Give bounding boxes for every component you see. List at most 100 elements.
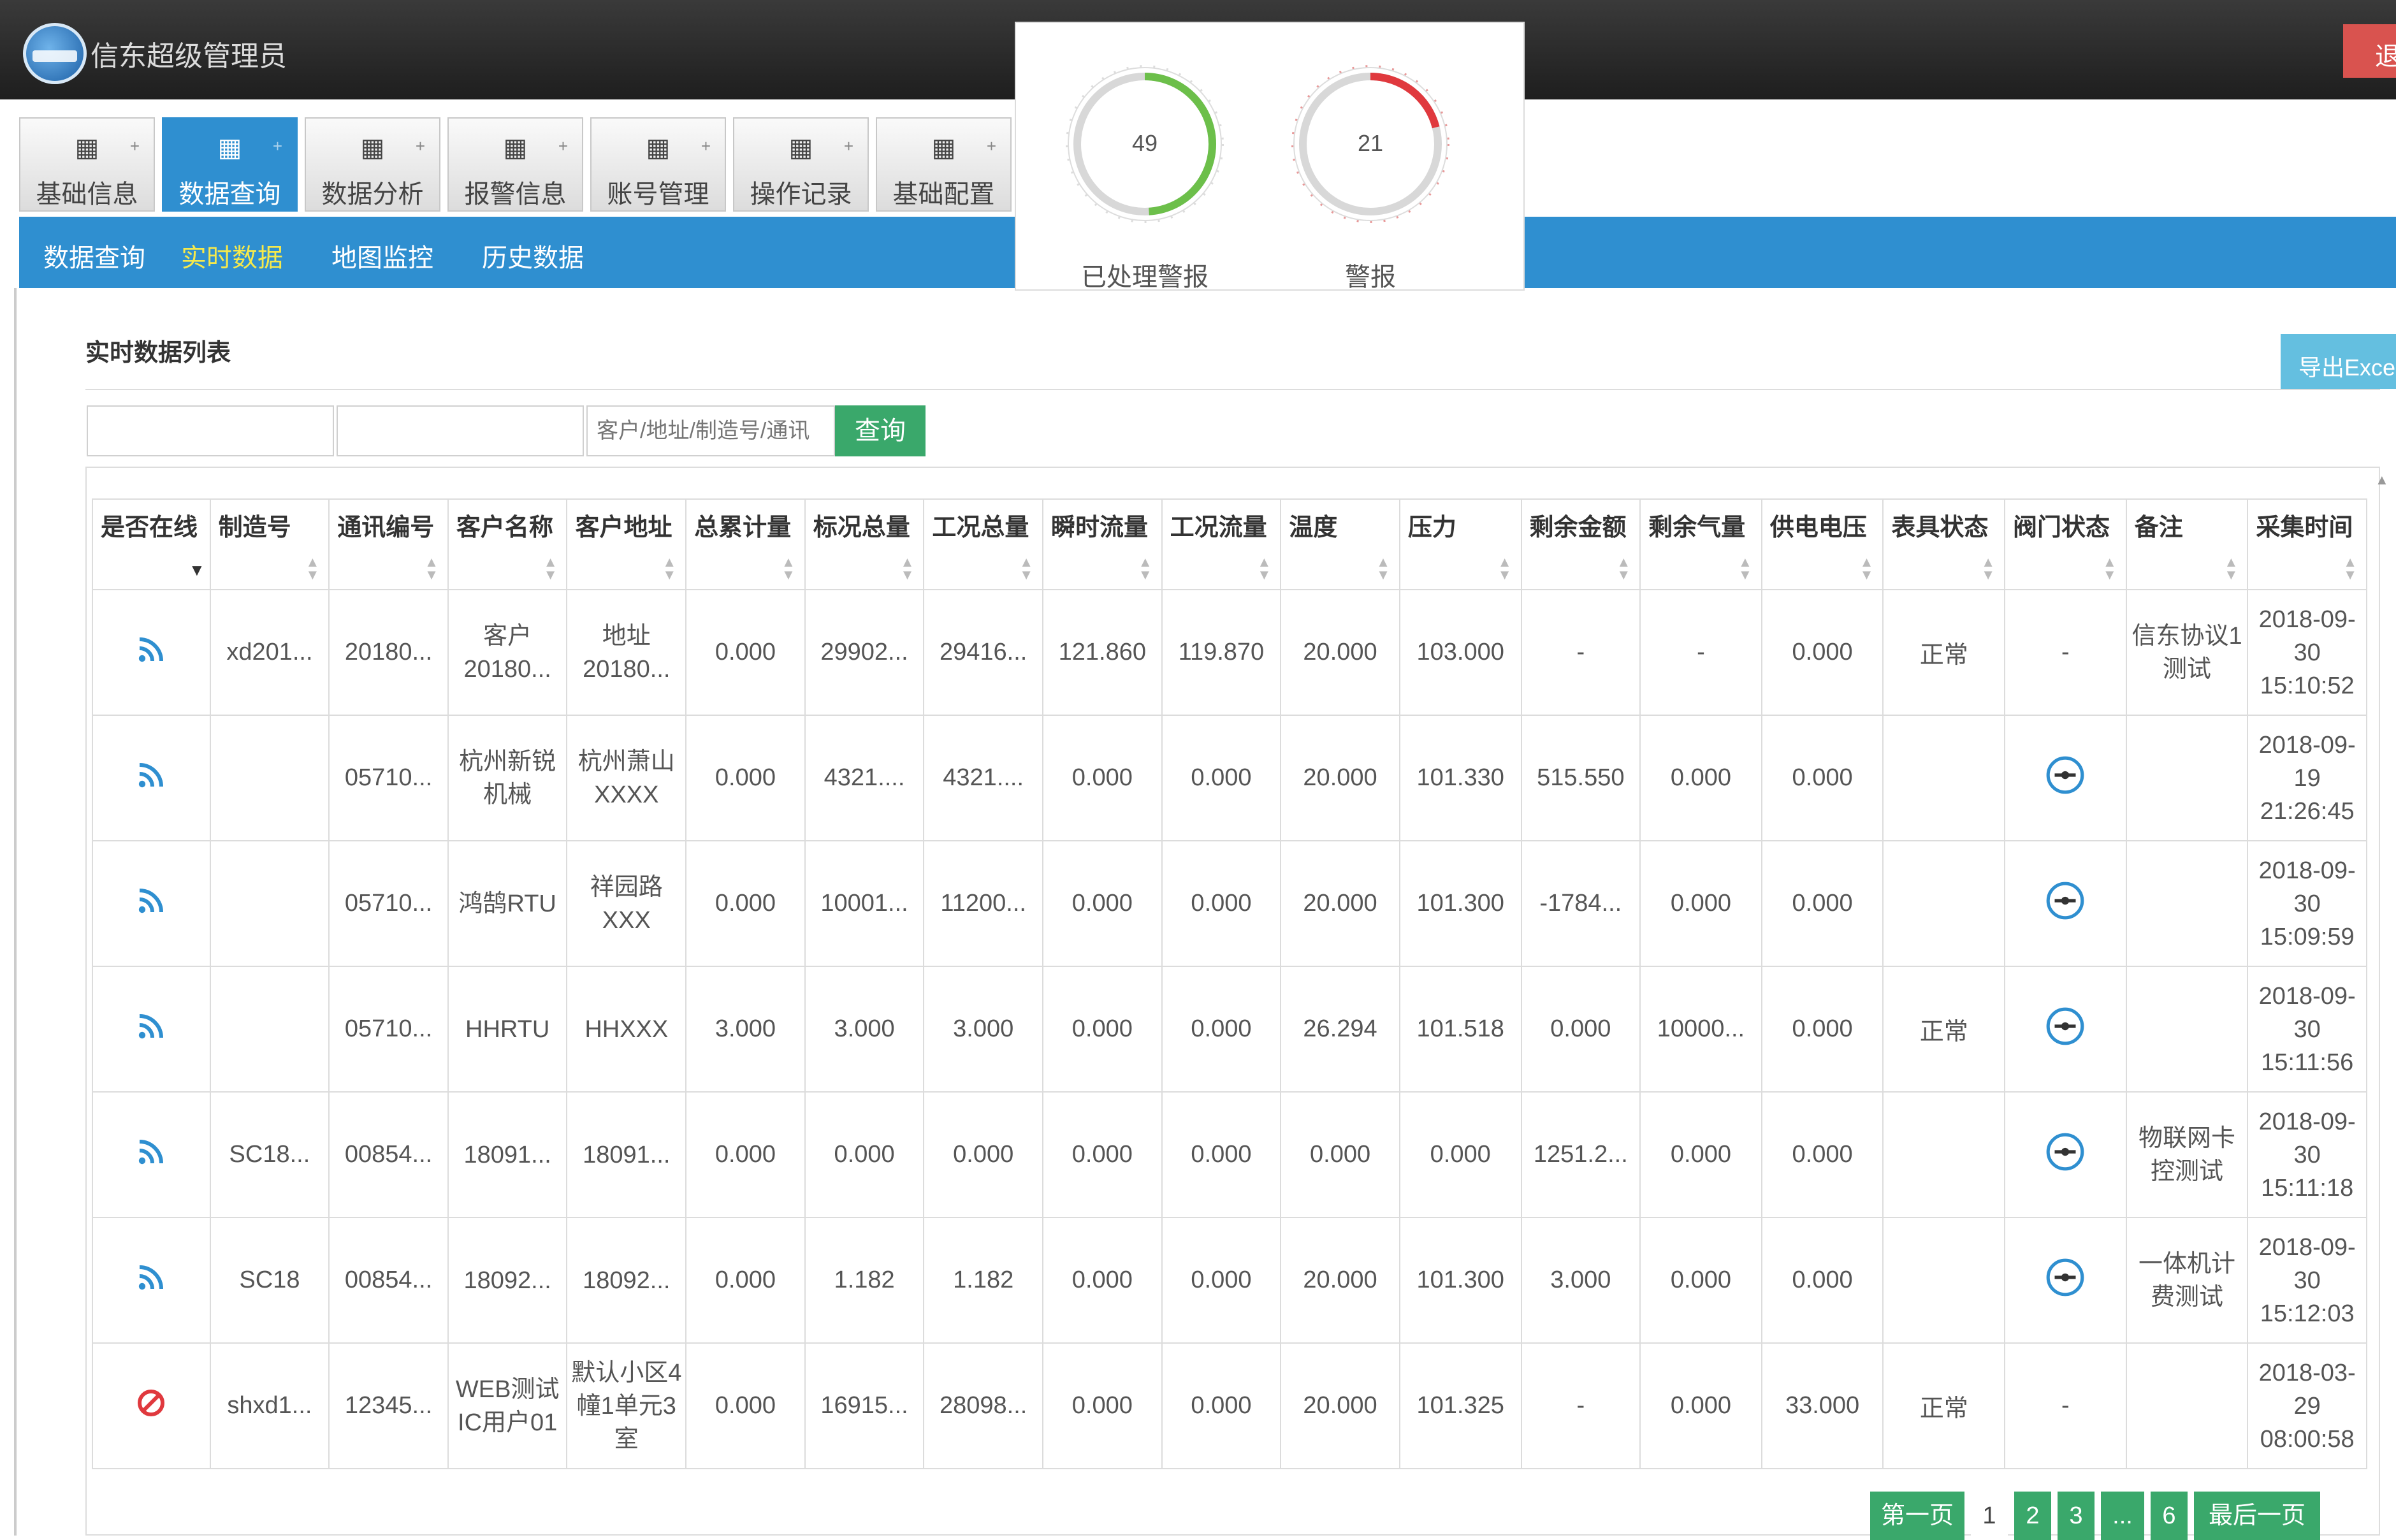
query-button[interactable]: 查询	[835, 405, 926, 456]
column-header[interactable]: 阀门状态 ▲ ▼	[2004, 498, 2127, 590]
table-row[interactable]: shxd1... 12345... WEB测试IC用户01 默认小区4幢1单元3室 0.…	[92, 1342, 2367, 1469]
table-row[interactable]: SC18... 00854... 18091... 18091... 0.000 0.00…	[92, 1091, 2367, 1218]
table-row[interactable]: xd201... 20180... 客户 20180... 地址 20180... 0.…	[92, 589, 2367, 716]
tab-alarm-info[interactable]: ▦ + 报警信息	[447, 117, 583, 212]
sort-icon[interactable]: ▲ ▼	[544, 555, 558, 582]
column-header[interactable]: 客户地址 ▲ ▼	[566, 498, 687, 590]
table-cell: 一体机计费测试	[2125, 1217, 2249, 1344]
table-cell: 103.000	[1398, 589, 1522, 716]
column-header[interactable]: 备注 ▲ ▼	[2125, 498, 2249, 590]
column-header[interactable]: 剩余气量 ▲ ▼	[1639, 498, 1762, 590]
column-header[interactable]: 剩余金额 ▲ ▼	[1520, 498, 1641, 590]
table-cell: 00854...	[328, 1217, 449, 1344]
tab-basic-info[interactable]: ▦ + 基础信息	[19, 117, 155, 212]
scroll-up-arrow-icon[interactable]: ▲	[2375, 472, 2389, 488]
valve-icon[interactable]	[2044, 880, 2086, 922]
tab-account-management[interactable]: ▦ + 账号管理	[590, 117, 726, 212]
sort-icon[interactable]: ▲ ▼	[1738, 555, 1752, 582]
table-cell: 18092...	[566, 1217, 687, 1344]
cell-text: shxd1...	[227, 1392, 312, 1419]
sort-icon[interactable]: ▲ ▼	[2225, 555, 2239, 582]
cell-text: 18091...	[583, 1141, 671, 1168]
column-header[interactable]: 是否在线 ▼	[92, 498, 211, 590]
column-header-label: 客户名称	[456, 514, 553, 541]
column-header[interactable]: 制造号 ▲ ▼	[209, 498, 330, 590]
valve-icon[interactable]	[2044, 1005, 2086, 1047]
column-header[interactable]: 表具状态 ▲ ▼	[1882, 498, 2006, 590]
logout-button[interactable]: 退	[2343, 24, 2396, 78]
subtab-map-monitor[interactable]: 地图监控	[331, 237, 433, 274]
sort-icon[interactable]: ▲ ▼	[901, 555, 915, 582]
cell-text: 101.325	[1416, 1392, 1504, 1419]
sort-icon[interactable]: ▲ ▼	[662, 555, 676, 582]
export-excel-button[interactable]: 导出Excel	[2281, 334, 2396, 389]
subtab-realtime-data[interactable]: 实时数据	[181, 237, 283, 274]
column-header[interactable]: 标况总量 ▲ ▼	[804, 498, 925, 590]
tab-operation-log[interactable]: ▦ + 操作记录	[733, 117, 869, 212]
column-header[interactable]: 温度 ▲ ▼	[1280, 498, 1400, 590]
table-cell: -	[1520, 589, 1641, 716]
column-header[interactable]: 压力 ▲ ▼	[1398, 498, 1522, 590]
tab-data-analysis[interactable]: ▦ + 数据分析	[305, 117, 440, 212]
sort-icon[interactable]: ▲ ▼	[1498, 555, 1512, 582]
search-field-2[interactable]	[337, 405, 584, 456]
sort-icon[interactable]: ▲ ▼	[2343, 555, 2357, 582]
page-button[interactable]: 2	[2014, 1492, 2051, 1540]
cell-text: 0.000	[1191, 1015, 1252, 1042]
subtab-history-data[interactable]: 历史数据	[482, 237, 584, 274]
sort-icon[interactable]: ▲ ▼	[1860, 555, 1874, 582]
cell-text: -	[1576, 639, 1585, 665]
cell-text: 3.000	[834, 1015, 895, 1042]
table-cell: 正常	[1882, 966, 2006, 1093]
sort-icon[interactable]: ▲ ▼	[1376, 555, 1390, 582]
sort-icon[interactable]: ▲ ▼	[305, 555, 319, 582]
search-field-1[interactable]	[87, 405, 334, 456]
sort-icon[interactable]: ▲ ▼	[2103, 555, 2117, 582]
valve-icon[interactable]	[2044, 754, 2086, 796]
sort-icon[interactable]: ▲ ▼	[1138, 555, 1152, 582]
column-header[interactable]: 通讯编号 ▲ ▼	[328, 498, 449, 590]
column-header[interactable]: 工况流量 ▲ ▼	[1161, 498, 1282, 590]
valve-icon[interactable]	[2044, 1131, 2086, 1173]
sort-icon[interactable]: ▲ ▼	[1019, 555, 1033, 582]
sort-icon[interactable]: ▲ ▼	[425, 555, 439, 582]
sort-icon[interactable]: ▲ ▼	[1981, 555, 1995, 582]
cell-text: 正常	[1919, 1395, 1968, 1422]
column-header[interactable]: 工况总量 ▲ ▼	[923, 498, 1043, 590]
valve-status-cell	[2004, 1217, 2127, 1344]
subtab-data-query[interactable]: 数据查询	[43, 237, 145, 274]
column-header[interactable]: 总累计量 ▲ ▼	[685, 498, 806, 590]
table-row[interactable]: 05710... 杭州新锐机械 杭州萧山XXXX 0.000 4321.... 4321.…	[92, 715, 2367, 841]
table-row[interactable]: 05710... 鸿鹄RTU 祥园路XXX 0.000 10001... 11200...…	[92, 840, 2367, 967]
column-header[interactable]: 供电电压 ▲ ▼	[1761, 498, 1884, 590]
table-cell: 3.000	[804, 966, 925, 1093]
sort-icon[interactable]: ▲ ▼	[781, 555, 795, 582]
sort-icon[interactable]: ▲ ▼	[1257, 555, 1271, 582]
first-page-button[interactable]: 第一页	[1870, 1492, 1964, 1540]
tab-data-query[interactable]: ▦ + 数据查询	[162, 117, 298, 212]
cell-text: 3.000	[715, 1015, 776, 1042]
sort-icon[interactable]: ▲ ▼	[1616, 555, 1630, 582]
last-page-button[interactable]: 最后一页	[2194, 1492, 2320, 1540]
table-row[interactable]: 05710... HHRTU HHXXX 3.000 3.000 3.000 0.000 0.…	[92, 966, 2367, 1093]
column-header[interactable]: 客户名称 ▲ ▼	[447, 498, 568, 590]
column-header-label: 工况流量	[1170, 514, 1267, 541]
column-header-label: 总累计量	[694, 514, 792, 541]
cell-text: 杭州新锐机械	[459, 748, 556, 808]
table-cell: 1251.2...	[1520, 1091, 1641, 1218]
plus-icon: +	[558, 136, 568, 156]
page-button-current[interactable]: 1	[1971, 1492, 2008, 1540]
column-header[interactable]: 瞬时流量 ▲ ▼	[1042, 498, 1163, 590]
tab-basic-config[interactable]: ▦ + 基础配置	[876, 117, 1012, 212]
page-button[interactable]: 6	[2151, 1492, 2188, 1540]
search-input[interactable]	[586, 405, 835, 456]
column-header[interactable]: 采集时间 ▲ ▼	[2247, 498, 2367, 590]
table-row[interactable]: SC18 00854... 18092... 18092... 0.000 1.182 1.…	[92, 1217, 2367, 1344]
page-button[interactable]: 3	[2058, 1492, 2095, 1540]
online-status-cell	[92, 1091, 211, 1218]
sort-desc-icon[interactable]: ▼	[189, 560, 205, 580]
page-ellipsis: ...	[2101, 1492, 2144, 1540]
valve-icon[interactable]	[2044, 1256, 2086, 1298]
online-rss-icon	[139, 1139, 164, 1164]
cell-text: 20.000	[1303, 764, 1377, 791]
